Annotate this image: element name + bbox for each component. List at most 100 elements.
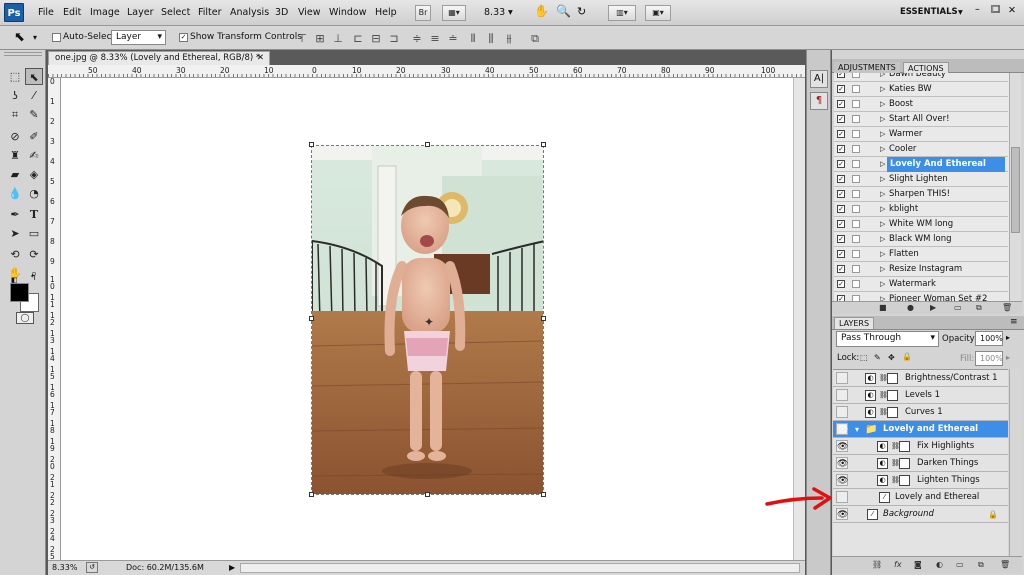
action-toggle-checkbox[interactable]: ✓ (837, 130, 845, 138)
menu-analysis[interactable]: Analysis (230, 7, 269, 18)
new-layer-icon[interactable]: ⧉ (978, 557, 984, 572)
distribute-bottom-icon[interactable]: ≐ (446, 32, 460, 45)
visibility-eye-icon[interactable] (836, 491, 848, 503)
swap-colors-icon[interactable]: ↰ (30, 273, 37, 282)
action-toggle-checkbox[interactable]: ✓ (837, 145, 845, 153)
dialog-toggle-box[interactable] (852, 73, 860, 78)
tool-preset-dropdown-icon[interactable]: ▾ (33, 33, 37, 42)
close-document-icon[interactable]: ✕ (257, 52, 264, 65)
action-row[interactable]: ✓ ▷ White WM long (834, 217, 1008, 232)
opacity-arrow-icon[interactable]: ▸ (1006, 333, 1010, 342)
action-toggle-checkbox[interactable]: ✓ (837, 115, 845, 123)
hand-tool-icon[interactable]: ✋ (534, 4, 549, 18)
move-tool-preset-icon[interactable]: ⬉ (14, 30, 25, 45)
play-selection-icon[interactable]: ▶ (930, 302, 936, 314)
expand-triangle-icon[interactable]: ▷ (880, 277, 885, 292)
close-icon[interactable]: ✕ (1008, 5, 1016, 16)
transform-handle[interactable] (309, 316, 314, 321)
visibility-eye-icon[interactable]: 👁 (836, 423, 848, 435)
action-toggle-checkbox[interactable]: ✓ (837, 160, 845, 168)
action-row[interactable]: ✓ ▷ Watermark (834, 277, 1008, 292)
expand-triangle-icon[interactable]: ▷ (880, 232, 885, 247)
horizontal-ruler[interactable]: 50 40 30 20 10 0 10 20 30 40 50 60 70 80… (48, 65, 805, 78)
transform-handle[interactable] (541, 492, 546, 497)
fill-field[interactable]: 100% (975, 351, 1003, 366)
layer-row[interactable]: ◐ ⛓ Curves 1 (833, 404, 1008, 421)
transform-handle[interactable] (541, 142, 546, 147)
layer-row[interactable]: ◐ ⛓ Levels 1 (833, 387, 1008, 404)
expand-triangle-icon[interactable]: ▷ (880, 157, 885, 172)
expand-triangle-icon[interactable]: ▷ (880, 112, 885, 127)
view-extras-button[interactable]: ▦▾ (442, 5, 466, 21)
transform-handle[interactable] (309, 492, 314, 497)
expand-triangle-icon[interactable]: ▷ (880, 73, 885, 82)
action-row[interactable]: ✓ ▷ Flatten (834, 247, 1008, 262)
rectangular-marquee-tool-icon[interactable]: ⬚ (6, 68, 24, 85)
actions-scrollbar[interactable] (1009, 73, 1021, 301)
fill-arrow-icon[interactable]: ▸ (1006, 353, 1010, 362)
tab-actions[interactable]: ACTIONS (903, 62, 949, 73)
horizontal-scrollbar[interactable] (240, 563, 800, 573)
transform-handle[interactable] (541, 316, 546, 321)
action-toggle-checkbox[interactable]: ✓ (837, 85, 845, 93)
dialog-toggle-box[interactable] (852, 190, 860, 198)
expand-triangle-icon[interactable]: ▷ (880, 127, 885, 142)
action-toggle-checkbox[interactable]: ✓ (837, 250, 845, 258)
lasso-tool-icon[interactable]: ʖ (6, 87, 24, 104)
expand-triangle-icon[interactable]: ▷ (880, 142, 885, 157)
expand-triangle-icon[interactable]: ▷ (880, 217, 885, 232)
action-toggle-checkbox[interactable]: ✓ (837, 190, 845, 198)
layer-mask-thumbnail[interactable] (899, 441, 910, 452)
new-set-icon[interactable]: ▭ (954, 302, 962, 314)
expand-triangle-icon[interactable]: ▷ (880, 187, 885, 202)
action-row[interactable]: ✓ ▷ Sharpen THIS! (834, 187, 1008, 202)
dialog-toggle-box[interactable] (852, 265, 860, 273)
opacity-field[interactable]: 100% (975, 331, 1003, 346)
layer-thumbnail[interactable]: ⁄ (879, 492, 890, 503)
workspace-dropdown-icon[interactable]: ▾ (958, 7, 963, 18)
add-mask-icon[interactable]: ◙ (914, 557, 922, 572)
action-toggle-checkbox[interactable]: ✓ (837, 175, 845, 183)
layer-row[interactable]: ⁄ Lovely and Ethereal (833, 489, 1008, 506)
lock-position-icon[interactable]: ✥ (888, 353, 895, 362)
action-row[interactable]: ✓ ▷ Resize Instagram (834, 262, 1008, 277)
distribute-vcenter-icon[interactable]: ≡ (428, 32, 442, 45)
delete-layer-icon[interactable]: 🗑 (1000, 557, 1010, 572)
layer-group-row[interactable]: 👁 ▾ 📁 Lovely and Ethereal (833, 421, 1008, 438)
align-bottom-icon[interactable]: ⊥ (331, 32, 345, 45)
menu-3d[interactable]: 3D (275, 7, 288, 18)
visibility-eye-icon[interactable] (836, 389, 848, 401)
action-row[interactable]: ✓ ▷ Lovely And Ethereal (834, 157, 1008, 172)
action-toggle-checkbox[interactable]: ✓ (837, 73, 845, 78)
blend-mode-dropdown[interactable]: Pass Through ▾ (836, 331, 939, 347)
new-action-icon[interactable]: ⧉ (976, 302, 982, 314)
expand-triangle-icon[interactable]: ▷ (880, 202, 885, 217)
distribute-left-icon[interactable]: ⫴ (466, 32, 480, 45)
character-panel-icon[interactable]: A| (810, 70, 828, 88)
align-hcenter-icon[interactable]: ⊟ (369, 32, 383, 45)
align-vcenter-icon[interactable]: ⊞ (313, 32, 327, 45)
dialog-toggle-box[interactable] (852, 130, 860, 138)
paint-bucket-tool-icon[interactable]: ◈ (25, 166, 43, 183)
action-row[interactable]: ✓ ▷ Boost (834, 97, 1008, 112)
begin-recording-icon[interactable]: ● (907, 302, 914, 314)
action-toggle-checkbox[interactable]: ✓ (837, 235, 845, 243)
expand-triangle-icon[interactable]: ▷ (880, 262, 885, 277)
workspace-switcher[interactable]: ESSENTIALS (900, 7, 958, 17)
blur-tool-icon[interactable]: 💧 (6, 185, 24, 202)
status-menu-arrow-icon[interactable]: ▶ (229, 561, 235, 575)
distribute-hcenter-icon[interactable]: ⫼ (484, 32, 498, 45)
visibility-eye-icon[interactable] (836, 406, 848, 418)
layers-scrollbar[interactable] (1009, 369, 1021, 556)
pen-tool-icon[interactable]: ✒ (6, 206, 24, 223)
quick-mask-icon[interactable]: ◯ (16, 312, 34, 324)
action-row[interactable]: ✓ ▷ Warmer (834, 127, 1008, 142)
lock-transparent-icon[interactable]: ⬚ (860, 353, 868, 362)
layers-panel-menu-icon[interactable]: ≡ (1010, 317, 1018, 327)
transform-handle[interactable] (425, 142, 430, 147)
document-image[interactable]: ✦ (311, 145, 544, 495)
arrange-documents-button[interactable]: ▥▾ (608, 5, 636, 21)
minimize-icon[interactable]: – (975, 4, 980, 15)
menu-window[interactable]: Window (329, 7, 366, 18)
menu-file[interactable]: File (38, 7, 54, 18)
